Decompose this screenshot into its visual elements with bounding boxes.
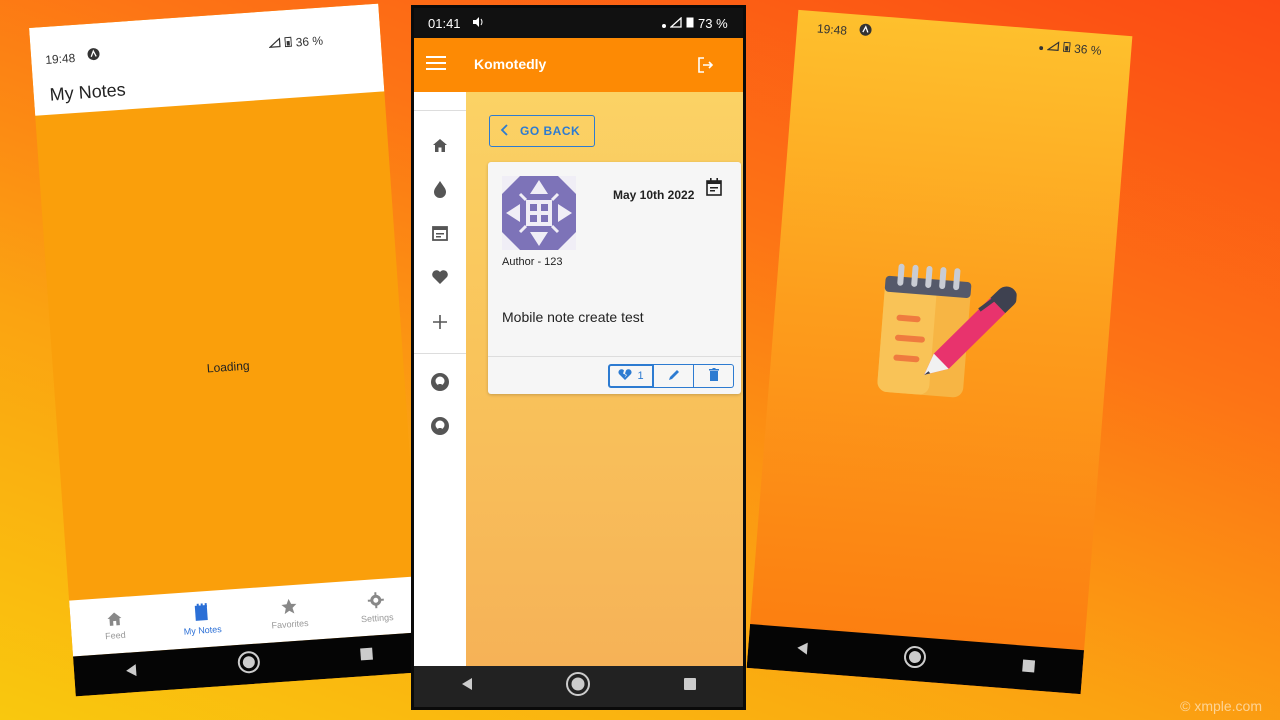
- battery-icon: [284, 36, 293, 50]
- battery-level: 36 %: [1073, 41, 1103, 58]
- author-avatar: [502, 176, 576, 250]
- notebook-icon: [193, 603, 210, 624]
- home-icon[interactable]: [428, 133, 452, 157]
- tab-my-notes[interactable]: My Notes: [156, 588, 247, 650]
- heart-icon[interactable]: [428, 265, 452, 289]
- center-phone-screen: 01:41 73 % Komotedly GO BACK Author - 12…: [414, 8, 743, 707]
- logout-icon[interactable]: [697, 57, 715, 78]
- side-nav: [414, 92, 466, 666]
- app-title: Komotedly: [474, 56, 547, 72]
- menu-icon[interactable]: [426, 55, 446, 76]
- status-right: 73 %: [662, 16, 728, 31]
- delete-button[interactable]: [694, 364, 734, 388]
- drop-icon[interactable]: [428, 177, 452, 201]
- android-nav-bar: [746, 624, 1085, 695]
- signal-icon: [268, 37, 281, 52]
- back-icon[interactable]: [123, 663, 138, 683]
- github-icon[interactable]: [428, 370, 452, 394]
- notepad-pen-icon: [868, 257, 1019, 413]
- recents-icon[interactable]: [359, 646, 374, 666]
- github-icon[interactable]: [428, 414, 452, 438]
- status-right: 36 %: [1039, 39, 1102, 58]
- right-phone-screen: 19:48 36 %: [746, 9, 1133, 695]
- watermark: © xmple.com: [1180, 698, 1262, 714]
- recents-icon[interactable]: [683, 677, 697, 696]
- calendar-icon[interactable]: [428, 221, 452, 245]
- app-indicator-icon: [87, 47, 101, 66]
- recents-icon[interactable]: [1021, 658, 1036, 678]
- android-nav-bar: [414, 666, 743, 707]
- gear-icon: [366, 591, 385, 612]
- volume-icon: [472, 16, 484, 31]
- edit-button[interactable]: [654, 364, 694, 388]
- app-indicator-icon: [858, 23, 872, 42]
- battery-icon: [1062, 41, 1071, 56]
- home-circle-icon[interactable]: [236, 649, 262, 680]
- status-bar: 01:41 73 %: [414, 8, 743, 38]
- tab-feed[interactable]: Feed: [69, 595, 160, 657]
- signal-icon: [669, 16, 682, 31]
- tab-label: Settings: [360, 612, 394, 625]
- main-content: GO BACK Author - 123 May 10th 2022 Mobil…: [466, 92, 743, 666]
- note-card: Author - 123 May 10th 2022 Mobile note c…: [488, 162, 741, 394]
- tab-label: My Notes: [183, 624, 223, 637]
- signal-icon: [1046, 40, 1060, 55]
- dot-icon: [1039, 39, 1044, 53]
- status-time: 19:48: [816, 21, 848, 38]
- status-time: 19:48: [44, 50, 76, 67]
- tab-favorites[interactable]: Favorites: [244, 582, 335, 644]
- trash-icon: [708, 368, 719, 384]
- divider: [414, 353, 466, 354]
- app-header: Komotedly: [414, 38, 743, 92]
- home-circle-icon[interactable]: [565, 671, 591, 702]
- status-time: 01:41: [428, 16, 461, 31]
- note-text: Mobile note create test: [502, 309, 644, 325]
- broken-heart-icon: [618, 368, 632, 384]
- divider: [488, 356, 741, 357]
- back-icon[interactable]: [795, 640, 810, 660]
- divider: [414, 110, 466, 111]
- go-back-label: GO BACK: [520, 124, 581, 138]
- pencil-icon: [668, 369, 680, 384]
- author-label: Author - 123: [502, 256, 563, 268]
- battery-icon: [686, 16, 694, 31]
- plus-icon[interactable]: [428, 310, 452, 334]
- favorite-count: 1: [637, 370, 644, 382]
- home-circle-icon[interactable]: [902, 644, 928, 675]
- tab-settings[interactable]: Settings: [331, 576, 422, 638]
- left-phone-screen: 19:48 36 % My Notes Loading Feed My Note…: [29, 3, 425, 697]
- note-actions: 1: [608, 364, 734, 388]
- tab-label: Feed: [104, 629, 126, 642]
- go-back-button[interactable]: GO BACK: [489, 115, 595, 147]
- center-phone: 01:41 73 % Komotedly GO BACK Author - 12…: [411, 5, 746, 710]
- star-icon: [279, 597, 298, 618]
- loading-text: Loading: [206, 358, 250, 376]
- back-icon[interactable]: [460, 677, 474, 696]
- battery-level: 36 %: [295, 33, 324, 50]
- note-date: May 10th 2022: [613, 188, 695, 202]
- tab-label: Favorites: [271, 617, 309, 631]
- calendar-icon: [706, 178, 722, 201]
- favorite-button[interactable]: 1: [608, 364, 654, 388]
- chevron-left-icon: [500, 123, 508, 139]
- home-icon: [105, 610, 124, 629]
- battery-level: 73 %: [698, 16, 728, 31]
- dot-icon: [662, 16, 666, 31]
